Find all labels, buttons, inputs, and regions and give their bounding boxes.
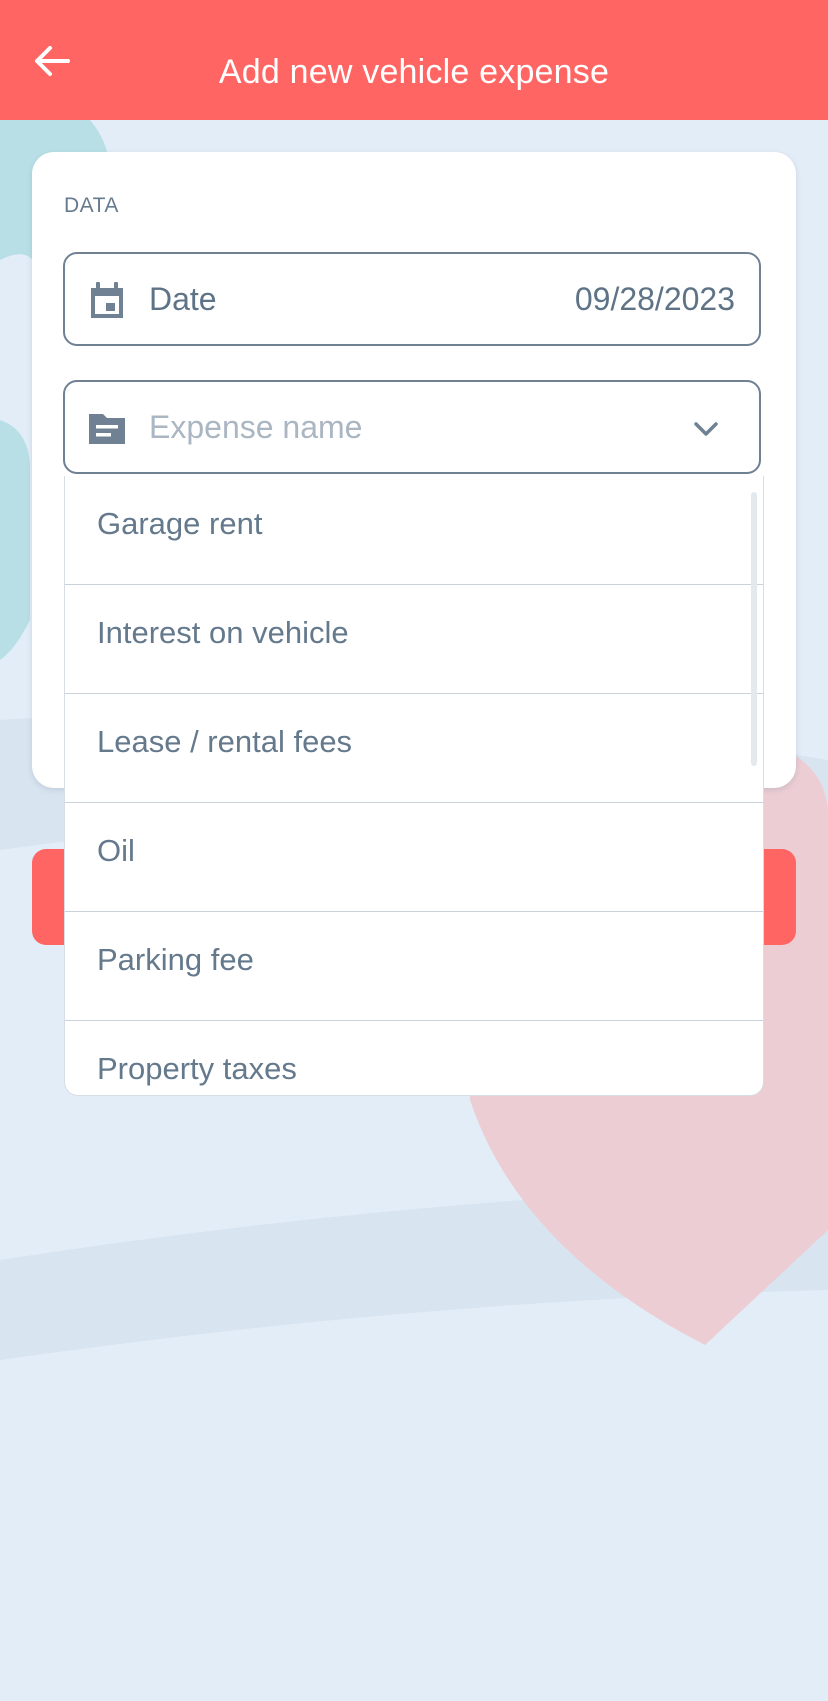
folder-icon: [89, 414, 125, 444]
expense-name-field[interactable]: Expense name: [63, 380, 761, 474]
app-bar: Add new vehicle expense: [0, 0, 828, 120]
dropdown-option[interactable]: Oil: [65, 803, 763, 912]
expense-dropdown-list[interactable]: Garage rent Interest on vehicle Lease / …: [64, 476, 764, 1096]
dropdown-option[interactable]: Lease / rental fees: [65, 694, 763, 803]
expense-name-placeholder: Expense name: [149, 409, 363, 445]
dropdown-option[interactable]: Property taxes: [65, 1021, 763, 1095]
date-value: 09/28/2023: [574, 281, 735, 317]
calendar-icon: [91, 282, 123, 318]
chevron-down-icon[interactable]: [691, 414, 721, 444]
dropdown-option[interactable]: Interest on vehicle: [65, 585, 763, 694]
option-label: Property taxes: [97, 1051, 297, 1086]
option-label: Garage rent: [97, 506, 263, 541]
option-label: Oil: [97, 833, 135, 868]
dropdown-scrollbar[interactable]: [751, 492, 757, 766]
option-label: Parking fee: [97, 942, 254, 977]
date-field[interactable]: Date 09/28/2023: [63, 252, 761, 346]
section-label: DATA: [64, 194, 119, 217]
option-label: Lease / rental fees: [97, 724, 353, 759]
page-title: Add new vehicle expense: [218, 53, 610, 91]
date-label: Date: [149, 281, 217, 317]
dropdown-option[interactable]: Garage rent: [65, 476, 763, 585]
option-label: Interest on vehicle: [97, 615, 349, 650]
dropdown-option[interactable]: Parking fee: [65, 912, 763, 1021]
